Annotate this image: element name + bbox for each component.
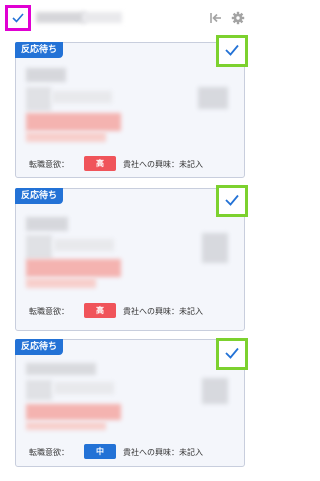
checkbox-checked-icon	[225, 347, 239, 359]
top-bar	[0, 0, 253, 36]
candidate-card[interactable]: 反応待ち 転職意欲： 高 貴社への興味：未記入	[15, 35, 248, 178]
blurred-highlight	[26, 113, 121, 131]
blurred-highlight	[26, 422, 106, 430]
blurred-title	[36, 12, 86, 23]
interest-text: 貴社への興味：未記入	[123, 448, 203, 457]
blurred-text	[198, 87, 228, 109]
blurred-text	[202, 378, 228, 404]
card-checkbox[interactable]	[216, 338, 248, 370]
interest-text: 貴社への興味：未記入	[123, 307, 203, 316]
blurred-avatar	[26, 235, 52, 259]
blurred-highlight	[26, 132, 106, 142]
blurred-avatar	[26, 380, 52, 400]
status-badge: 反応待ち	[15, 339, 64, 355]
willingness-label: 転職意欲：	[29, 160, 69, 169]
select-all-checkbox[interactable]	[5, 5, 31, 31]
blurred-text	[52, 91, 112, 103]
candidate-card[interactable]: 反応待ち 転職意欲： 高 貴社への興味：未記入	[15, 185, 248, 331]
blurred-avatar	[26, 87, 51, 111]
willingness-level-badge: 中	[84, 444, 116, 459]
willingness-label: 転職意欲：	[29, 307, 69, 316]
collapse-left-icon[interactable]	[209, 11, 223, 25]
interest-text: 貴社への興味：未記入	[123, 160, 203, 169]
checkbox-checked-icon	[225, 194, 239, 206]
blurred-name	[26, 217, 68, 231]
blurred-title-2	[82, 12, 122, 23]
blurred-highlight	[26, 278, 96, 288]
willingness-label: 転職意欲：	[29, 448, 69, 457]
blurred-text	[54, 239, 114, 251]
card-checkbox[interactable]	[216, 185, 248, 217]
candidate-card[interactable]: 反応待ち 転職意欲： 中 貴社への興味：未記入	[15, 338, 248, 467]
status-badge: 反応待ち	[15, 42, 64, 58]
blurred-name	[26, 68, 66, 82]
blurred-text	[202, 233, 228, 263]
blurred-text	[54, 382, 114, 394]
willingness-level-badge: 高	[84, 156, 116, 171]
blurred-highlight	[26, 259, 121, 277]
blurred-highlight	[26, 404, 121, 420]
gear-icon[interactable]	[231, 11, 245, 25]
blurred-name	[26, 363, 96, 375]
checkbox-checked-icon	[225, 44, 239, 56]
status-badge: 反応待ち	[15, 188, 64, 204]
willingness-level-badge: 高	[84, 303, 116, 318]
card-checkbox[interactable]	[216, 35, 248, 67]
checkbox-checked-icon	[12, 13, 24, 23]
